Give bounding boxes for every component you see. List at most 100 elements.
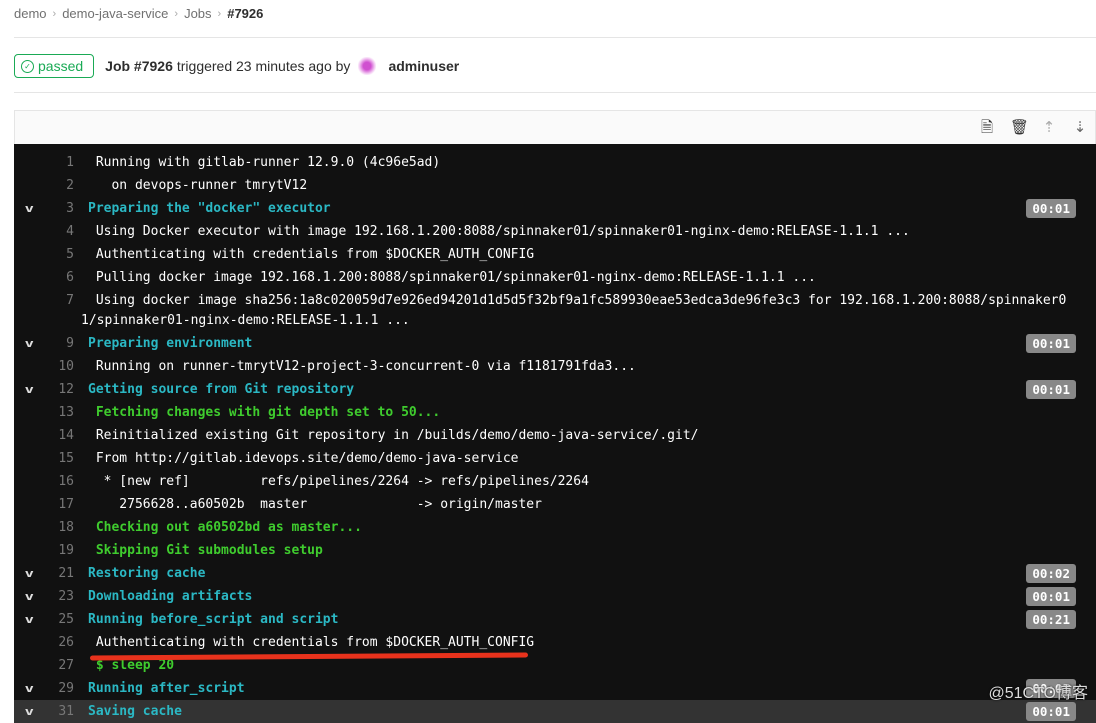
line-number[interactable]: 6 <box>14 266 74 289</box>
line-number[interactable]: 23 <box>14 585 74 608</box>
log-text: From http://gitlab.idevops.site/demo/dem… <box>88 451 519 466</box>
log-section-header[interactable]: v 21 Restoring cache 00:02 <box>14 562 1096 585</box>
status-badge[interactable]: ✓ passed <box>14 54 95 78</box>
log-section-header[interactable]: v 3 Preparing the "docker" executor 00:01 <box>14 197 1096 220</box>
log-text: Skipping Git submodules setup <box>88 543 323 558</box>
log-text: Authenticating with credentials from $DO… <box>88 635 535 650</box>
log-text: Checking out a60502bd as master... <box>88 520 362 535</box>
duration-badge: 00:01 <box>1026 334 1076 353</box>
log-toolbar: 🗎 🗑 ⇡ ⇣ <box>14 110 1096 144</box>
log-text: Using Docker executor with image 192.168… <box>88 224 910 239</box>
job-id: Job #7926 <box>105 58 173 74</box>
duration-badge: 00:01 <box>1026 380 1076 399</box>
scroll-bottom-icon[interactable]: ⇣ <box>1072 119 1088 137</box>
log-text: Running before_script and script <box>88 612 339 627</box>
log-text: Preparing the "docker" executor <box>88 201 331 216</box>
breadcrumb-demo[interactable]: demo <box>14 6 47 21</box>
log-text: * [new ref] refs/pipelines/2264 -> refs/… <box>88 474 589 489</box>
line-number[interactable]: 18 <box>14 516 74 539</box>
raw-log-icon[interactable]: 🗎 <box>979 119 995 137</box>
scroll-top-icon[interactable]: ⇡ <box>1041 119 1057 137</box>
duration-badge: 00:02 <box>1026 564 1076 583</box>
duration-badge: 00:21 <box>1026 610 1076 629</box>
line-number[interactable]: 2 <box>14 174 74 197</box>
line-number[interactable]: 16 <box>14 470 74 493</box>
log-line: 26 Authenticating with credentials from … <box>14 631 1096 654</box>
log-line: 18 Checking out a60502bd as master... <box>14 516 1096 539</box>
breadcrumb-jobs[interactable]: Jobs <box>184 6 211 21</box>
log-line: 6 Pulling docker image 192.168.1.200:808… <box>14 266 1096 289</box>
breadcrumb: demo › demo-java-service › Jobs › #7926 <box>14 6 263 21</box>
log-section-header[interactable]: v 9 Preparing environment 00:01 <box>14 332 1096 355</box>
log-section-header[interactable]: v 29 Running after_script 00:03 <box>14 677 1096 700</box>
log-line: 1 Running with gitlab-runner 12.9.0 (4c9… <box>14 151 1096 174</box>
line-number[interactable]: 1 <box>14 151 74 174</box>
check-circle-icon: ✓ <box>21 59 34 73</box>
log-line: 16 * [new ref] refs/pipelines/2264 -> re… <box>14 470 1096 493</box>
avatar[interactable] <box>358 57 377 75</box>
watermark: @51CTO博客 <box>988 685 1088 702</box>
log-text: Downloading artifacts <box>88 589 253 604</box>
line-number[interactable]: 3 <box>14 197 74 220</box>
log-text: Pulling docker image 192.168.1.200:8088/… <box>88 270 816 285</box>
log-text: Saving cache <box>88 704 182 719</box>
user-link[interactable]: adminuser <box>388 58 459 74</box>
log-text: Running after_script <box>88 681 245 696</box>
log-line: 19 Skipping Git submodules setup <box>14 539 1096 562</box>
log-line: 17 2756628..a60502b master -> origin/mas… <box>14 493 1096 516</box>
chevron-right-icon: › <box>52 7 57 20</box>
line-number[interactable]: 13 <box>14 401 74 424</box>
duration-badge: 00:01 <box>1026 702 1076 721</box>
line-number[interactable]: 10 <box>14 355 74 378</box>
chevron-right-icon: › <box>217 7 222 20</box>
line-number[interactable]: 9 <box>14 332 74 355</box>
log-text: Running on runner-tmrytV12-project-3-con… <box>88 359 636 374</box>
line-number[interactable]: 31 <box>14 700 74 723</box>
log-line: 4 Using Docker executor with image 192.1… <box>14 220 1096 243</box>
line-number[interactable]: 21 <box>14 562 74 585</box>
job-log[interactable]: 1 Running with gitlab-runner 12.9.0 (4c9… <box>14 144 1096 723</box>
breadcrumb-project[interactable]: demo-java-service <box>62 6 168 21</box>
log-text: Reinitialized existing Git repository in… <box>88 428 699 443</box>
log-section-header[interactable]: v 23 Downloading artifacts 00:01 <box>14 585 1096 608</box>
log-line: 10 Running on runner-tmrytV12-project-3-… <box>14 355 1096 378</box>
line-number[interactable]: 12 <box>14 378 74 401</box>
line-number[interactable]: 25 <box>14 608 74 631</box>
log-line: 2 on devops-runner tmrytV12 <box>14 174 1096 197</box>
line-number[interactable]: 19 <box>14 539 74 562</box>
log-section-header[interactable]: v 25 Running before_script and script 00:21 <box>14 608 1096 631</box>
log-text-wrap: 1/spinnaker01-nginx-demo:RELEASE-1.1.1 .… <box>81 313 410 328</box>
log-section-header[interactable]: v 31 Saving cache 00:01 <box>14 700 1096 723</box>
line-number[interactable]: 14 <box>14 424 74 447</box>
line-number[interactable]: 5 <box>14 243 74 266</box>
line-number[interactable]: 7 <box>14 289 74 312</box>
log-line: 15 From http://gitlab.idevops.site/demo/… <box>14 447 1096 470</box>
log-section-header[interactable]: v 12 Getting source from Git repository 00:… <box>14 378 1096 401</box>
divider <box>14 92 1096 93</box>
job-header: ✓ passed Job #7926 triggered 23 minutes a… <box>14 54 463 78</box>
line-number[interactable]: 26 <box>14 631 74 654</box>
log-text: Restoring cache <box>88 566 206 581</box>
line-number[interactable]: 29 <box>14 677 74 700</box>
line-number[interactable]: 15 <box>14 447 74 470</box>
log-line: 7 Using docker image sha256:1a8c020059d7… <box>14 289 1096 332</box>
duration-badge: 00:01 <box>1026 199 1076 218</box>
log-text: 2756628..a60502b master -> origin/master <box>88 497 542 512</box>
log-line: 14 Reinitialized existing Git repository… <box>14 424 1096 447</box>
erase-icon[interactable]: 🗑 <box>1010 119 1029 137</box>
chevron-right-icon: › <box>174 7 179 20</box>
triggered-text: triggered 23 minutes ago by <box>176 58 351 74</box>
breadcrumb-job[interactable]: #7926 <box>227 6 263 21</box>
log-line: 5 Authenticating with credentials from $… <box>14 243 1096 266</box>
log-text: Getting source from Git repository <box>88 382 355 397</box>
log-text: Authenticating with credentials from $DO… <box>88 247 535 262</box>
log-text: Fetching changes with git depth set to 5… <box>88 405 441 420</box>
duration-badge: 00:01 <box>1026 587 1076 606</box>
line-number[interactable]: 17 <box>14 493 74 516</box>
log-text: Running with gitlab-runner 12.9.0 (4c96e… <box>88 155 441 170</box>
line-number[interactable]: 4 <box>14 220 74 243</box>
log-text: Preparing environment <box>88 336 253 351</box>
log-text: on devops-runner tmrytV12 <box>88 178 308 193</box>
divider <box>14 37 1096 38</box>
line-number[interactable]: 27 <box>14 654 74 677</box>
